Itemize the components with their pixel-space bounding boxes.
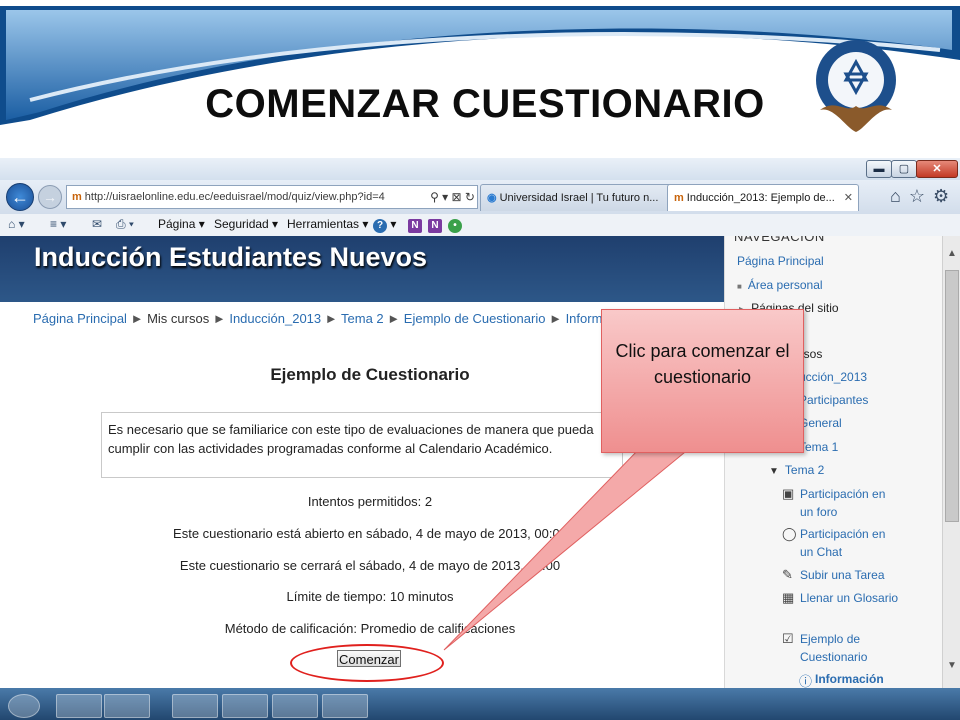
- taskbar-button[interactable]: [272, 694, 318, 718]
- highlight-oval: [290, 644, 444, 682]
- taskbar-button[interactable]: [222, 694, 268, 718]
- chat-bubble-icon: ◯: [782, 526, 797, 541]
- arrow-right-icon: →: [43, 189, 57, 205]
- close-window-button[interactable]: ✕: [916, 160, 958, 178]
- breadcrumb-separator: ►: [387, 311, 401, 326]
- taskbar: [0, 688, 960, 720]
- navigation-sidebar: NAVEGACIÓN Página Principal ■ Área person…: [724, 236, 943, 696]
- sidebar-item-home[interactable]: Página Principal: [737, 252, 824, 270]
- scroll-down-arrow-icon[interactable]: ▼: [947, 660, 957, 671]
- addon-onenote-2-icon[interactable]: N: [428, 217, 442, 233]
- home-icon[interactable]: ⌂ ▾: [8, 217, 25, 231]
- page-content: Inducción Estudiantes Nuevos Página Prin…: [0, 236, 960, 696]
- sidebar-item-chat[interactable]: Participación en un Chat: [800, 525, 900, 561]
- scroll-up-arrow-icon[interactable]: ▲: [947, 248, 957, 259]
- arrow-left-icon: ←: [11, 187, 29, 207]
- addon-messenger-icon[interactable]: •: [448, 217, 462, 233]
- breadcrumb-separator: ►: [130, 311, 144, 326]
- sidebar-item-forum[interactable]: Participación en un foro: [800, 485, 900, 521]
- sidebar-item-tema-1[interactable]: Tema 1: [799, 438, 838, 456]
- moodle-favicon-icon: m: [72, 191, 82, 203]
- print-icon[interactable]: ⎙ ▾: [116, 217, 134, 232]
- sidebar-item-label: Área personal: [747, 278, 823, 292]
- taskbar-button[interactable]: [172, 694, 218, 718]
- breadcrumb-tema-2[interactable]: Tema 2: [341, 311, 384, 326]
- quiz-intro-text: Es necesario que se familiarice con este…: [108, 422, 594, 456]
- navigation-bar: ← → m http://uisraelonline.edu.ec/eeduisr…: [0, 180, 960, 214]
- tab-close-icon[interactable]: ✕: [844, 185, 853, 211]
- breadcrumb: Página Principal ► Mis cursos ► Inducció…: [33, 311, 610, 326]
- forum-icon: ▣: [782, 486, 795, 501]
- tab-induccion-quiz[interactable]: m Inducción_2013: Ejemplo de... ✕: [667, 184, 859, 211]
- rss-icon[interactable]: ≡ ▾: [50, 217, 66, 231]
- start-orb-icon[interactable]: [8, 694, 40, 718]
- scroll-thumb[interactable]: [945, 270, 959, 522]
- tab-universidad-israel[interactable]: ◉ Universidad Israel | Tu futuro n...: [480, 184, 672, 211]
- browser-window: ▬ ▢ ✕ ← → m http://uisraelonline.edu.ec/e…: [0, 158, 960, 720]
- taskbar-button[interactable]: [322, 694, 368, 718]
- command-bar: ⌂ ▾ ≡ ▾ ✉ ⎙ ▾ Página ▾ Seguridad ▾ Herra…: [0, 214, 960, 237]
- navigation-heading: NAVEGACIÓN: [734, 236, 825, 244]
- time-limit: Límite de tiempo: 10 minutos: [286, 589, 454, 604]
- instruction-callout: Clic para comenzar el cuestionario: [601, 309, 804, 453]
- mail-icon[interactable]: ✉: [92, 217, 102, 231]
- quiz-checkbox-icon: ☑: [782, 631, 794, 646]
- callout-text: Clic para comenzar el cuestionario: [615, 341, 790, 387]
- sidebar-item-participants[interactable]: Participantes: [799, 391, 868, 409]
- moodle-icon: m: [674, 192, 684, 204]
- menu-herramientas[interactable]: Herramientas ▾: [287, 217, 368, 231]
- course-banner: Inducción Estudiantes Nuevos: [0, 236, 724, 302]
- sidebar-item-label: Tema 2: [784, 463, 825, 477]
- bullet-icon: ■: [737, 282, 742, 291]
- window-title-bar: ▬ ▢ ✕: [0, 158, 960, 180]
- sidebar-item-tema-2[interactable]: ▼ Tema 2: [769, 461, 824, 481]
- breadcrumb-separator: ►: [549, 311, 562, 326]
- globe-icon: ◉: [487, 192, 497, 204]
- breadcrumb-separator: ►: [324, 311, 338, 326]
- breadcrumb-quiz[interactable]: Ejemplo de Cuestionario: [404, 311, 546, 326]
- addon-onenote-icon[interactable]: N: [408, 217, 422, 233]
- quiz-intro-box: Es necesario que se familiarice con este…: [101, 412, 623, 478]
- address-tools-icons[interactable]: ⚲ ▾ ⊠ ↻: [426, 186, 475, 208]
- breadcrumb-course[interactable]: Inducción_2013: [229, 311, 321, 326]
- sidebar-item-info[interactable]: Información: [815, 670, 884, 688]
- tab-label: Universidad Israel | Tu futuro n...: [499, 192, 659, 204]
- tab-label: Inducción_2013: Ejemplo de...: [686, 192, 835, 204]
- sidebar-item-course[interactable]: ucción_2013: [799, 368, 867, 386]
- maximize-button[interactable]: ▢: [891, 160, 917, 178]
- upload-task-icon: ✎: [782, 567, 793, 582]
- help-icon[interactable]: ? ▾: [373, 217, 396, 233]
- grading-method: Método de calificación: Promedio de cali…: [224, 621, 516, 636]
- quiz-close-date: Este cuestionario se cerrará el sábado, …: [179, 558, 561, 573]
- slide-header: COMENZAR CUESTIONARIO: [0, 0, 960, 160]
- back-button[interactable]: ←: [6, 183, 34, 211]
- glossary-icon: ▦: [782, 590, 795, 605]
- sidebar-item-personal[interactable]: ■ Área personal: [737, 276, 823, 296]
- menu-pagina[interactable]: Página ▾: [158, 217, 205, 231]
- forward-button[interactable]: →: [38, 185, 62, 209]
- quiz-open-date: Este cuestionario está abierto en sábado…: [173, 526, 567, 541]
- browser-home-favorites-settings-icons[interactable]: ⌂☆⚙: [890, 186, 957, 207]
- collapse-arrow-icon: ▼: [769, 466, 779, 477]
- minimize-button[interactable]: ▬: [866, 160, 892, 178]
- course-title: Inducción Estudiantes Nuevos: [34, 242, 428, 272]
- address-bar[interactable]: m http://uisraelonline.edu.ec/eeduisrael/…: [66, 185, 478, 209]
- taskbar-button[interactable]: [56, 694, 102, 718]
- sidebar-item-quiz[interactable]: Ejemplo de Cuestionario: [800, 630, 900, 666]
- menu-seguridad[interactable]: Seguridad ▾: [214, 217, 278, 231]
- attempts-allowed: Intentos permitidos: 2: [307, 494, 433, 509]
- sidebar-item-glossary[interactable]: Llenar un Glosario: [800, 589, 900, 607]
- address-url: http://uisraelonline.edu.ec/eeduisrael/m…: [84, 191, 385, 203]
- breadcrumb-separator: ►: [212, 311, 226, 326]
- university-logo: [816, 40, 896, 132]
- sidebar-item-task[interactable]: Subir una Tarea: [800, 566, 885, 584]
- breadcrumb-home[interactable]: Página Principal: [33, 311, 127, 326]
- vertical-scrollbar[interactable]: ▲ ▼: [942, 236, 960, 696]
- sidebar-item-general[interactable]: General: [799, 414, 842, 432]
- breadcrumb-mis-cursos: Mis cursos: [147, 311, 210, 326]
- taskbar-button[interactable]: [104, 694, 150, 718]
